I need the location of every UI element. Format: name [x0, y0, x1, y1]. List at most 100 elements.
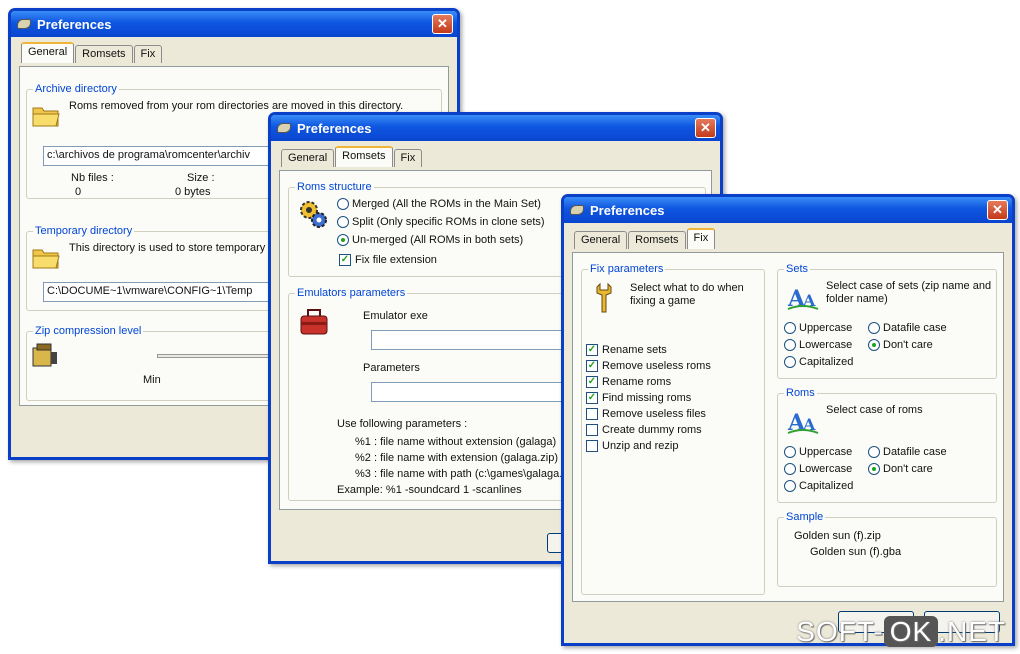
param-1-help: %1 : file name without extension (galaga… — [355, 436, 557, 448]
checkbox-unzip-rezip[interactable]: Unzip and rezip — [586, 440, 679, 453]
sets-radio-capitalized[interactable]: Capitalized — [784, 356, 854, 369]
radio-merged-circle[interactable] — [337, 198, 349, 211]
checkbox-rename-roms-label: Rename roms — [602, 376, 672, 388]
radio-unmerged[interactable]: Un-merged (All ROMs in both sets) — [337, 234, 524, 247]
tab-general[interactable]: General — [21, 42, 75, 63]
tab-general[interactable]: General — [574, 231, 628, 249]
sets-radio-capitalized-label: Capitalized — [799, 356, 854, 368]
roms-radio-lowercase[interactable]: Lowercase — [784, 463, 853, 476]
sample-zip-name: Golden sun (f).zip — [794, 530, 881, 542]
app-icon — [570, 205, 584, 215]
emulators-parameters-label: Emulators parameters — [295, 287, 408, 299]
zip-compression-label: Zip compression level — [33, 325, 144, 337]
roms-radio-dont-care[interactable]: Don't care — [868, 463, 933, 476]
roms-radio-datafile[interactable]: Datafile case — [868, 446, 947, 459]
radio-split-label: Split (Only specific ROMs in clone sets) — [352, 216, 545, 228]
checkbox-remove-useless-files-box[interactable] — [586, 408, 598, 421]
checkbox-fix-extension-box[interactable]: ✓ — [339, 254, 351, 267]
tab-general[interactable]: General — [281, 149, 335, 167]
window-title: Preferences — [297, 120, 372, 136]
sets-radio-lowercase-circle[interactable] — [784, 339, 796, 352]
roms-radio-capitalized-circle[interactable] — [784, 480, 796, 493]
nb-files-label: Nb files : — [71, 172, 114, 184]
checkbox-unzip-rezip-box[interactable] — [586, 440, 598, 453]
tab-romsets[interactable]: Romsets — [335, 146, 393, 167]
sets-radio-dont-care[interactable]: Don't care — [868, 339, 933, 352]
temporary-description: This directory is used to store temporar… — [69, 242, 266, 254]
watermark-prefix: SOFT- — [796, 616, 884, 647]
tab-fix[interactable]: Fix — [133, 45, 163, 63]
checkbox-create-dummy-roms[interactable]: Create dummy roms — [586, 424, 702, 437]
sets-radio-datafile[interactable]: Datafile case — [868, 322, 947, 335]
checkbox-rename-sets-box[interactable]: ✓ — [586, 344, 598, 357]
radio-split-circle[interactable] — [337, 216, 349, 229]
checkbox-find-missing-roms-box[interactable]: ✓ — [586, 392, 598, 405]
param-2-help: %2 : file name with extension (galaga.zi… — [355, 452, 558, 464]
sets-radio-capitalized-circle[interactable] — [784, 356, 796, 369]
close-button[interactable]: ✕ — [432, 14, 453, 34]
sets-radio-datafile-circle[interactable] — [868, 322, 880, 335]
radio-split[interactable]: Split (Only specific ROMs in clone sets) — [337, 216, 545, 229]
sets-radio-uppercase-label: Uppercase — [799, 322, 853, 334]
sets-radio-lowercase-label: Lowercase — [799, 339, 853, 351]
tab-panel: Fix parameters Select what to do when fi… — [572, 252, 1004, 602]
checkbox-rename-sets[interactable]: ✓ Rename sets — [586, 344, 667, 357]
sets-radio-dont-care-label: Don't care — [883, 339, 933, 351]
archive-description: Roms removed from your rom directories a… — [69, 100, 404, 112]
tab-romsets[interactable]: Romsets — [75, 45, 133, 63]
roms-radio-capitalized-label: Capitalized — [799, 480, 854, 492]
sets-radio-uppercase-circle[interactable] — [784, 322, 796, 335]
sets-radio-lowercase[interactable]: Lowercase — [784, 339, 853, 352]
watermark-suffix: .NET — [938, 616, 1006, 647]
title-bar[interactable]: Preferences ✕ — [11, 11, 457, 37]
sets-radio-uppercase[interactable]: Uppercase — [784, 322, 853, 335]
radio-unmerged-label: Un-merged (All ROMs in both sets) — [352, 234, 524, 246]
checkbox-remove-useless-roms[interactable]: ✓ Remove useless roms — [586, 360, 711, 373]
checkbox-rename-sets-label: Rename sets — [602, 344, 667, 356]
emulator-exe-label: Emulator exe — [363, 310, 428, 322]
roms-radio-lowercase-label: Lowercase — [799, 463, 853, 475]
tab-fix[interactable]: Fix — [686, 228, 716, 249]
fix-parameters-label: Fix parameters — [588, 263, 666, 275]
roms-radio-uppercase[interactable]: Uppercase — [784, 446, 852, 459]
roms-radio-dont-care-circle[interactable] — [868, 463, 880, 476]
roms-radio-uppercase-circle[interactable] — [784, 446, 796, 459]
nb-files-value: 0 — [75, 186, 82, 198]
size-value: 0 bytes — [175, 186, 211, 198]
checkbox-unzip-rezip-label: Unzip and rezip — [602, 440, 679, 452]
sets-case-label: Sets — [784, 263, 811, 275]
param-3-help: %3 : file name with path (c:\games\galag… — [355, 468, 571, 480]
gears-icon — [300, 201, 327, 228]
radio-merged[interactable]: Merged (All the ROMs in the Main Set) — [337, 198, 541, 211]
checkbox-remove-useless-roms-box[interactable]: ✓ — [586, 360, 598, 373]
sets-case-description: Select case of sets (zip name and folder… — [826, 280, 992, 305]
size-label: Size : — [187, 172, 215, 184]
parameters-label: Parameters — [363, 362, 420, 374]
checkbox-rename-roms-box[interactable]: ✓ — [586, 376, 598, 389]
fix-description: Select what to do when fixing a game — [630, 282, 744, 307]
roms-radio-datafile-circle[interactable] — [868, 446, 880, 459]
checkbox-create-dummy-roms-box[interactable] — [586, 424, 598, 437]
roms-radio-capitalized[interactable]: Capitalized — [784, 480, 854, 493]
radio-unmerged-circle[interactable] — [337, 234, 349, 247]
checkbox-fix-extension[interactable]: ✓ Fix file extension — [339, 254, 437, 267]
wrench-icon — [596, 282, 612, 313]
roms-radio-lowercase-circle[interactable] — [784, 463, 796, 476]
preferences-window-fix: Preferences ✕ General Romsets Fix Fix pa… — [561, 194, 1015, 646]
title-bar[interactable]: Preferences ✕ — [564, 197, 1012, 223]
tab-romsets[interactable]: Romsets — [628, 231, 686, 249]
archive-directory-label: Archive directory — [33, 83, 119, 95]
checkbox-rename-roms[interactable]: ✓ Rename roms — [586, 376, 672, 389]
checkbox-remove-useless-files[interactable]: Remove useless files — [586, 408, 706, 421]
close-button[interactable]: ✕ — [695, 118, 716, 138]
toolbox-icon — [300, 309, 328, 335]
close-button[interactable]: ✕ — [987, 200, 1008, 220]
tab-fix[interactable]: Fix — [393, 149, 423, 167]
roms-structure-label: Roms structure — [295, 181, 374, 193]
title-bar[interactable]: Preferences ✕ — [271, 115, 720, 141]
checkbox-remove-useless-roms-label: Remove useless roms — [602, 360, 711, 372]
sets-radio-dont-care-circle[interactable] — [868, 339, 880, 352]
checkbox-find-missing-roms[interactable]: ✓ Find missing roms — [586, 392, 691, 405]
checkbox-remove-useless-files-label: Remove useless files — [602, 408, 706, 420]
compression-min-label: Min — [143, 374, 161, 386]
